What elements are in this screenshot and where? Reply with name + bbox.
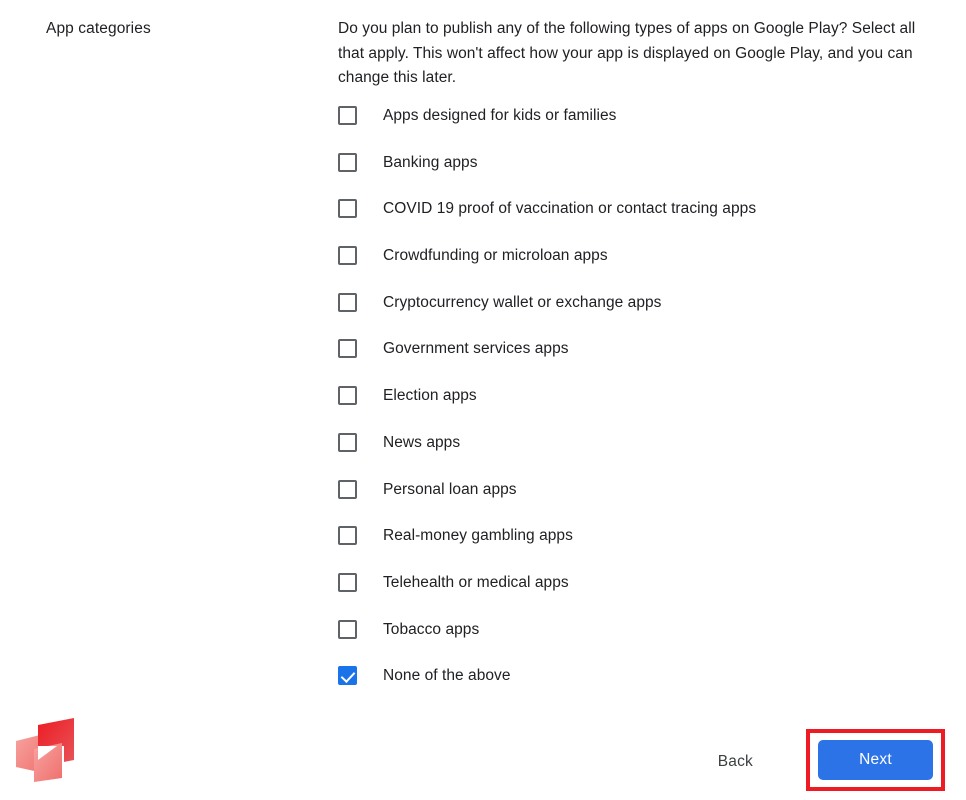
content-column: Do you plan to publish any of the follow… — [338, 17, 918, 91]
checkbox-row[interactable]: Personal loan apps — [338, 479, 918, 526]
checkbox-unchecked-icon[interactable] — [338, 619, 357, 639]
checkbox-unchecked-icon[interactable] — [338, 292, 357, 312]
checkbox-row[interactable]: Real-money gambling apps — [338, 525, 918, 572]
checkbox-unchecked-icon[interactable] — [338, 339, 357, 359]
checkbox-label: Government services apps — [383, 340, 569, 358]
checkbox-label: Tobacco apps — [383, 620, 480, 638]
checkbox-row[interactable]: Cryptocurrency wallet or exchange apps — [338, 292, 918, 339]
checkbox-label: None of the above — [383, 667, 511, 685]
checkbox-row[interactable]: Election apps — [338, 385, 918, 432]
checkbox-label: Apps designed for kids or families — [383, 107, 617, 124]
checkbox-label: Banking apps — [383, 153, 478, 171]
checkbox-row[interactable]: Crowdfunding or microloan apps — [338, 245, 918, 292]
checkbox-unchecked-icon[interactable] — [338, 152, 357, 172]
checkbox-label: Election apps — [383, 387, 477, 405]
checkbox-label: Crowdfunding or microloan apps — [383, 247, 608, 265]
checkbox-unchecked-icon[interactable] — [338, 432, 357, 452]
app-logo-icon — [12, 716, 86, 784]
page-title: App categories — [46, 20, 151, 37]
checkbox-row[interactable]: Telehealth or medical apps — [338, 572, 918, 619]
back-button[interactable]: Back — [710, 746, 761, 778]
app-categories-checkbox-list: Apps designed for kids or families Bankin… — [338, 105, 918, 712]
checkbox-unchecked-icon[interactable] — [338, 386, 357, 406]
checkbox-unchecked-icon[interactable] — [338, 106, 357, 125]
check-icon — [340, 667, 355, 683]
checkbox-row[interactable]: Banking apps — [338, 152, 918, 199]
checkbox-label: COVID 19 proof of vaccination or contact… — [383, 200, 757, 218]
checkbox-row[interactable]: Tobacco apps — [338, 619, 918, 666]
checkbox-unchecked-icon[interactable] — [338, 479, 357, 499]
next-button[interactable]: Next — [818, 740, 933, 780]
checkbox-unchecked-icon[interactable] — [338, 526, 357, 546]
checkbox-label: News apps — [383, 433, 461, 451]
checkbox-row[interactable]: Apps designed for kids or families — [338, 105, 918, 152]
checkbox-unchecked-icon[interactable] — [338, 246, 357, 266]
checkbox-unchecked-icon[interactable] — [338, 572, 357, 592]
checkbox-label: Personal loan apps — [383, 480, 517, 498]
checkbox-row[interactable]: COVID 19 proof of vaccination or contact… — [338, 198, 918, 245]
checkbox-label: Telehealth or medical apps — [383, 573, 569, 591]
page-root: App categories Do you plan to publish an… — [0, 0, 966, 800]
checkbox-label: Real-money gambling apps — [383, 527, 573, 545]
checkbox-row[interactable]: News apps — [338, 432, 918, 479]
section-description: Do you plan to publish any of the follow… — [338, 20, 916, 86]
checkbox-unchecked-icon[interactable] — [338, 199, 357, 219]
checkbox-row[interactable]: Government services apps — [338, 338, 918, 385]
checkbox-checked-icon[interactable] — [338, 666, 357, 686]
checkbox-label: Cryptocurrency wallet or exchange apps — [383, 293, 662, 311]
